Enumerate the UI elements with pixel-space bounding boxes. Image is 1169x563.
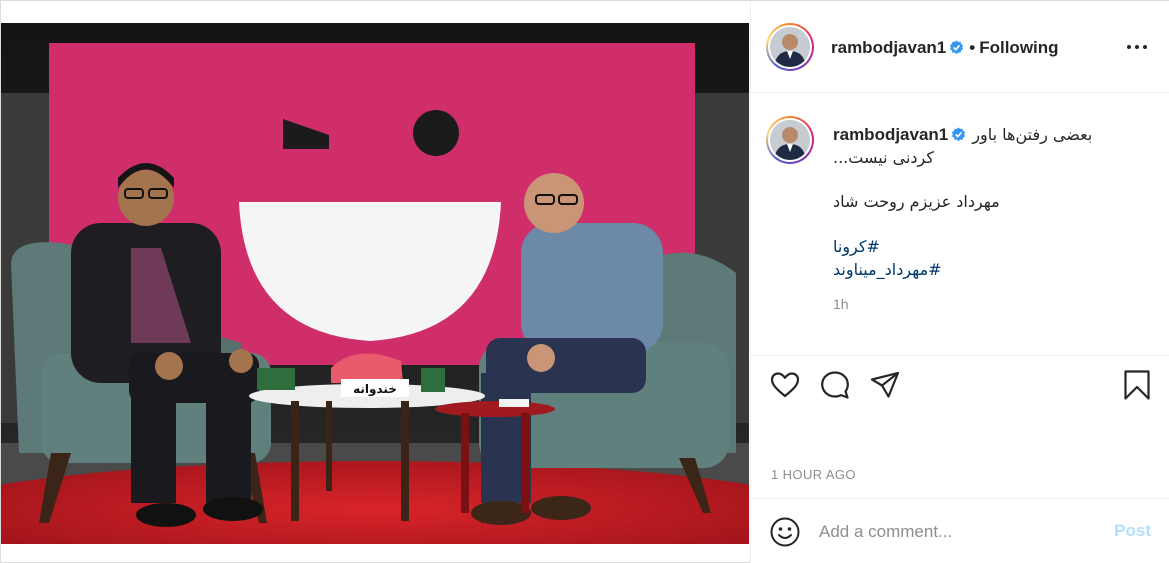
author-avatar[interactable] bbox=[766, 23, 814, 71]
separator-dot: • bbox=[969, 38, 976, 57]
header-user-line: rambodjavan1 • Following bbox=[831, 38, 1059, 58]
post-side-panel: rambodjavan1 • Following rambodjavan1 بع… bbox=[750, 1, 1169, 563]
post-timestamp[interactable]: 1 HOUR AGO bbox=[771, 467, 856, 482]
post-photo[interactable]: خندوانه bbox=[1, 23, 749, 544]
caption-text-line-1: بعضی رفتن‌ها باور bbox=[972, 125, 1093, 144]
paper-plane-icon[interactable] bbox=[869, 369, 901, 401]
round-eye bbox=[413, 110, 459, 156]
instagram-post: خندوانه rambodjavan1 • Following rambodj… bbox=[0, 0, 1169, 563]
red-stage bbox=[1, 461, 749, 544]
comment-form: Post bbox=[751, 498, 1169, 563]
bookmark-icon[interactable] bbox=[1121, 369, 1153, 401]
show-logo-text: خندوانه bbox=[353, 382, 397, 397]
verified-badge-icon bbox=[950, 40, 964, 55]
caption-avatar[interactable] bbox=[766, 116, 814, 164]
talk-show-scene: خندوانه bbox=[1, 23, 749, 544]
caption-relative-time[interactable]: 1h bbox=[833, 296, 849, 312]
comment-input[interactable] bbox=[819, 519, 1089, 545]
post-comment-button[interactable]: Post bbox=[1114, 521, 1151, 541]
verified-badge-icon bbox=[952, 127, 966, 142]
post-caption: rambodjavan1 بعضی رفتن‌ها باور ...کردنی ن… bbox=[751, 94, 1169, 356]
avatar-photo bbox=[770, 120, 810, 160]
caption-text-line-2: ...کردنی نیست bbox=[833, 148, 934, 167]
post-header: rambodjavan1 • Following bbox=[751, 1, 1169, 93]
hashtag-link[interactable]: مهرداد_میناوند# bbox=[833, 259, 942, 281]
more-horizontal-icon[interactable] bbox=[1125, 37, 1149, 57]
heart-icon[interactable] bbox=[769, 369, 801, 401]
caption-username[interactable]: rambodjavan1 bbox=[833, 125, 948, 144]
action-bar bbox=[751, 357, 1169, 417]
caption-text-line-3: مهرداد عزیزم روحت شاد bbox=[833, 192, 1000, 211]
following-button[interactable]: Following bbox=[979, 38, 1058, 57]
avatar-photo bbox=[770, 27, 810, 67]
author-username[interactable]: rambodjavan1 bbox=[831, 38, 946, 57]
hashtag-link[interactable]: کرونا# bbox=[833, 236, 880, 258]
caption-first-line: rambodjavan1 بعضی رفتن‌ها باور bbox=[833, 124, 1153, 146]
speech-bubble-icon[interactable] bbox=[819, 369, 851, 401]
smiley-icon[interactable] bbox=[769, 516, 801, 548]
